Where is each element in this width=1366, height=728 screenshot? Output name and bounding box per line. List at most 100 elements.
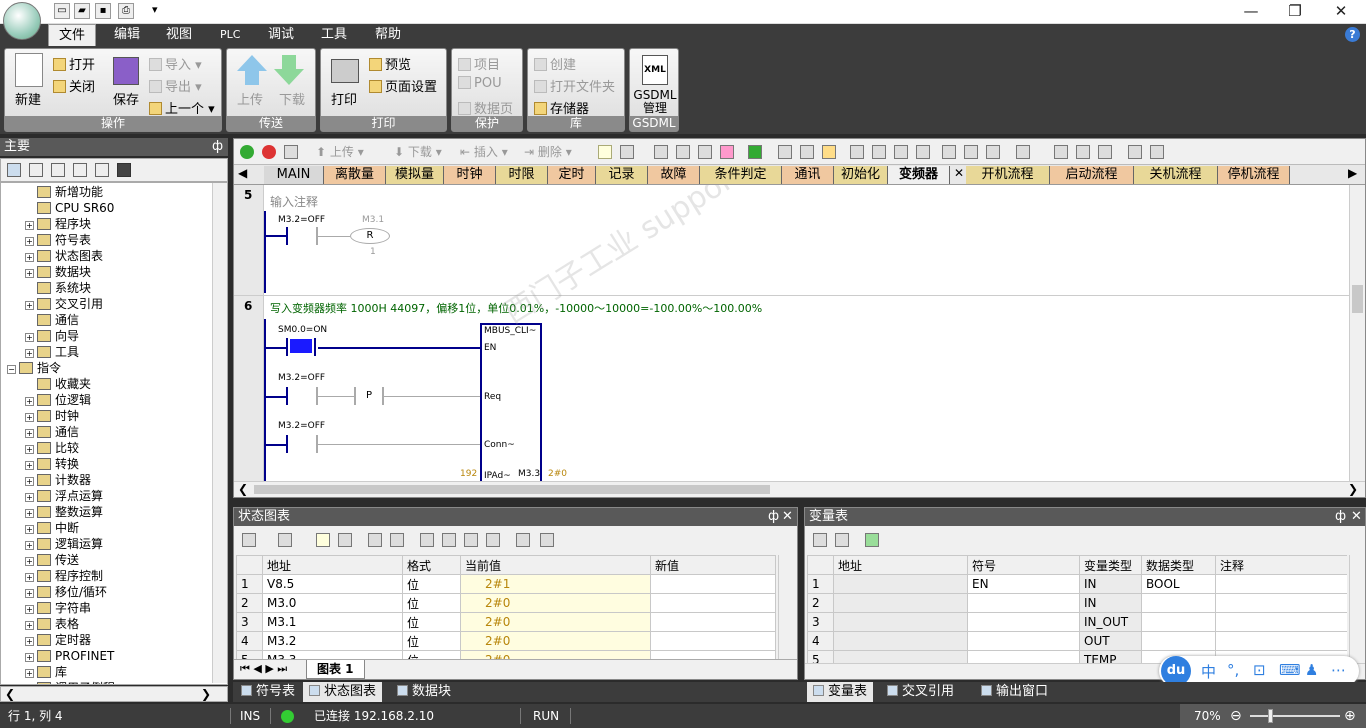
arrow-right-icon[interactable] [916,145,930,159]
cell-current[interactable]: 2#0 [460,650,651,659]
expand-toggle-icon[interactable]: + [25,493,34,502]
tree-item[interactable]: + 位逻辑 [25,392,91,408]
tab-pou[interactable]: 时限 [496,166,548,184]
print-icon[interactable]: ⎙ [118,3,134,19]
expand-toggle-icon[interactable]: + [25,429,34,438]
cell-data-type[interactable] [1141,631,1216,651]
cell-symbol[interactable]: EN [967,574,1080,594]
expand-toggle-icon[interactable]: + [25,573,34,582]
cell-address[interactable]: V8.5 [262,574,403,594]
cell-new[interactable] [650,593,776,613]
expand-toggle-icon[interactable]: + [25,605,34,614]
preview-button[interactable]: 预览 [369,54,411,73]
close-pane-icon[interactable]: ✕ [1351,508,1362,526]
cell-address[interactable] [833,574,968,594]
tree-item[interactable]: + 库 [25,664,67,680]
box-icon[interactable] [986,145,1000,159]
delete-button[interactable]: ⇥ 删除 ▾ [524,143,572,160]
save-icon[interactable]: ▪ [95,3,111,19]
tree-item[interactable]: 新增功能 [25,184,103,200]
pause-chart-icon[interactable] [338,533,352,547]
tree-item[interactable]: 收藏夹 [25,376,91,392]
help-icon[interactable]: ? [1345,27,1360,42]
cell-address[interactable]: M3.3 [262,650,403,659]
table-icon[interactable] [29,163,43,177]
expand-toggle-icon[interactable]: + [25,333,34,342]
tab-scroll-left-icon[interactable]: ◀ [238,166,247,180]
stop-icon[interactable] [262,145,276,159]
network-icon[interactable] [654,145,668,159]
scroll-right-icon[interactable]: ❯ [1348,482,1358,496]
lib-open-folder-button[interactable]: 打开文件夹 [534,76,615,95]
pin-icon[interactable]: ф [1335,508,1346,526]
tab-bottom[interactable]: 状态图表 [303,682,383,702]
tree-hscrollbar[interactable]: ❮ ❯ [0,686,228,702]
expand-toggle-icon[interactable]: + [25,413,34,422]
editor-hscrollbar[interactable]: ❮ ❯ [234,481,1365,497]
previous-button[interactable]: 上一个 ▾ [149,98,215,117]
close-pane-icon[interactable]: ✕ [782,508,793,526]
branch-up-icon[interactable] [872,145,886,159]
pencil-icon[interactable] [1128,145,1142,159]
table-row[interactable]: 2 M3.0 位 2#0 [236,593,776,613]
tree-vscrollbar[interactable] [212,183,227,683]
cell-format[interactable]: 位 [402,574,461,594]
app-logo-icon[interactable] [3,2,41,40]
edit-icon[interactable] [1076,145,1090,159]
gsdml-button[interactable]: GSDML 管理 [632,89,678,115]
tree-item[interactable]: 系统块 [25,280,91,296]
read-forced-icon[interactable] [486,533,500,547]
chart-monitor-icon[interactable] [316,533,330,547]
tree-item[interactable]: + 表格 [25,616,79,632]
cell-symbol[interactable] [967,631,1080,651]
cell-data-type[interactable] [1141,593,1216,613]
expand-toggle-icon[interactable]: + [25,557,34,566]
doc-icon[interactable] [51,163,65,177]
cell-format[interactable]: 位 [402,593,461,613]
expand-toggle-icon[interactable]: + [25,301,34,310]
scroll-left-icon[interactable]: ❮ [5,687,15,701]
cell-format[interactable]: 位 [402,650,461,659]
menu-plc[interactable]: PLC [210,24,250,46]
tab-pou[interactable]: 变频器 [888,166,950,184]
tab-pou[interactable]: 时钟 [444,166,496,184]
cell-current[interactable]: 2#1 [460,574,651,594]
tree-item[interactable]: + 数据块 [25,264,91,280]
write-icon[interactable] [390,533,404,547]
new-button[interactable]: 新建 [15,89,41,108]
list-icon[interactable] [95,163,109,177]
expand-toggle-icon[interactable]: + [25,237,34,246]
maximize-button[interactable]: ❐ [1272,0,1318,24]
tree-item[interactable]: + 程序控制 [25,568,103,584]
table-row[interactable]: 1 EN IN BOOL [807,574,1347,594]
zoom-out-icon[interactable]: ⊖ [1230,704,1242,728]
cell-var-type[interactable]: IN [1079,574,1142,594]
cell-var-type[interactable]: IN [1079,593,1142,613]
tab-pou[interactable]: 通讯 [782,166,834,184]
cell-var-type[interactable]: OUT [1079,631,1142,651]
branch-down-icon[interactable] [850,145,864,159]
cell-data-type[interactable] [1141,612,1216,632]
tab-pou[interactable]: 记录 [596,166,648,184]
tree-item[interactable]: + 状态图表 [25,248,103,264]
cell-address[interactable]: M3.1 [262,612,403,632]
download-button[interactable]: 下载 [279,89,305,108]
tab-bottom[interactable]: 变量表 [807,682,874,702]
tree-item[interactable]: − 指令 [7,360,61,376]
cell-comment[interactable] [1215,612,1347,632]
cell-var-type[interactable]: IN_OUT [1079,612,1142,632]
cell-format[interactable]: 位 [402,612,461,632]
protect-datapage-button[interactable]: 数据页 [458,98,513,117]
expand-toggle-icon[interactable]: − [7,365,16,374]
tree-item[interactable]: CPU SR60 [25,200,114,216]
tree-item[interactable]: + 交叉引用 [25,296,103,312]
cell-symbol[interactable] [967,612,1080,632]
upload-button[interactable]: 上传 [237,89,263,108]
force-lock-icon[interactable] [420,533,434,547]
tree-item[interactable]: + 符号表 [25,232,91,248]
expand-toggle-icon[interactable]: + [25,349,34,358]
tab-pou[interactable]: 条件判定 [700,166,782,184]
expand-toggle-icon[interactable]: + [25,461,34,470]
tab-bottom[interactable]: 符号表 [235,682,301,702]
cell-comment[interactable] [1215,593,1347,613]
